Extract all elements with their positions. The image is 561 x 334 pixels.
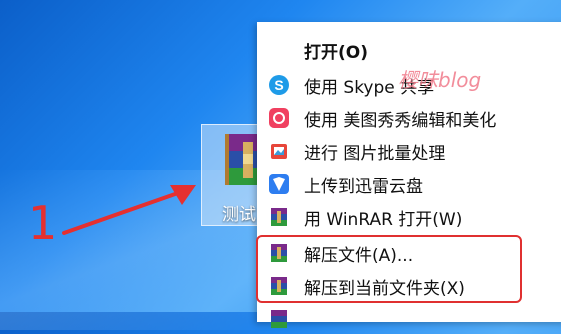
meitu-icon (269, 108, 289, 128)
menu-item-label: 使用 美图秀秀编辑和美化 (304, 110, 497, 131)
menu-item-batch-image[interactable]: 进行 图片批量处理 (257, 136, 561, 166)
winrar-icon (271, 310, 287, 328)
menu-item-label: 上传到迅雷云盘 (304, 176, 423, 197)
annotation-arrow-icon (62, 185, 196, 235)
skype-icon: S (269, 75, 289, 95)
menu-item-open[interactable]: 打开(O) (257, 35, 561, 65)
annotation-number: 1 (28, 196, 58, 250)
menu-item-label: 用 WinRAR 打开(W) (304, 209, 463, 230)
batch-image-icon (271, 144, 287, 159)
svg-text:S: S (274, 77, 283, 93)
menu-item-xunlei-upload[interactable]: 上传到迅雷云盘 (257, 169, 561, 199)
menu-item-label: 打开(O) (304, 42, 368, 63)
winrar-icon (271, 208, 287, 226)
menu-item-meitu[interactable]: 使用 美图秀秀编辑和美化 (257, 103, 561, 133)
watermark-text: 樱味blog (398, 68, 482, 92)
menu-item-winrar-open[interactable]: 用 WinRAR 打开(W) (257, 202, 561, 232)
file-name-label: 测试 (222, 205, 256, 225)
xunlei-icon (269, 174, 289, 194)
menu-item-partial[interactable] (257, 304, 561, 334)
menu-item-label: 进行 图片批量处理 (304, 143, 446, 164)
annotation-highlight-box (256, 235, 522, 303)
